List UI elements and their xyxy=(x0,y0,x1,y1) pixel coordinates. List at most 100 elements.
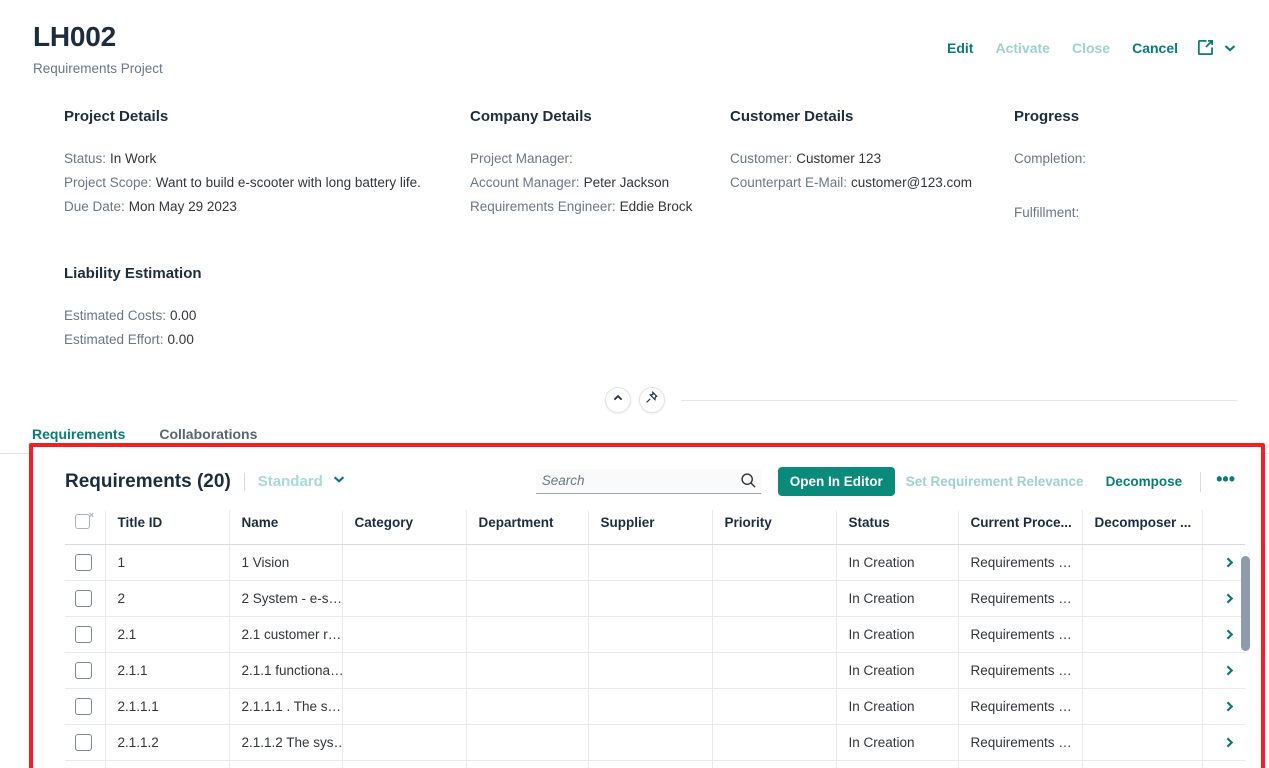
cell-name: 1 Vision xyxy=(229,544,343,581)
row-navigation-cell[interactable] xyxy=(1202,724,1245,761)
table-vertical-scrollbar[interactable] xyxy=(1241,556,1250,761)
app-top-icon xyxy=(1198,0,1214,8)
facet-title: Company Details xyxy=(470,108,592,125)
table-row[interactable]: 2.1 2.1 customer r… In Creation Requirement… xyxy=(65,616,1245,653)
cell-status: In Creation xyxy=(836,544,959,581)
decompose-button[interactable]: Decompose xyxy=(1095,467,1194,496)
pin-header-button[interactable] xyxy=(638,387,665,413)
cell-priority xyxy=(712,724,837,761)
cell-supplier xyxy=(588,580,713,617)
row-select-cell[interactable] xyxy=(65,688,106,725)
cell-department xyxy=(466,580,589,617)
overflow-menu-button[interactable]: ••• xyxy=(1208,470,1243,492)
requirements-card: Requirements (20) Standard Open In Edito… xyxy=(33,447,1261,768)
row-navigation-cell[interactable] xyxy=(1202,760,1245,768)
cell-current-process: Requirements … xyxy=(958,580,1083,617)
row-checkbox[interactable] xyxy=(75,590,92,607)
variant-selector[interactable]: Standard xyxy=(258,472,346,491)
open-in-editor-button[interactable]: Open In Editor xyxy=(777,467,895,496)
cell-department xyxy=(466,652,589,689)
cell-decomposer xyxy=(1082,760,1203,768)
table-row[interactable]: 2.1.1.32.1.1.3 The sys… In CreationRequir… xyxy=(65,760,1245,768)
column-header-department[interactable]: Department xyxy=(466,510,589,545)
set-requirement-relevance-button: Set Requirement Relevance xyxy=(895,467,1095,496)
requirements-title: Requirements (20) xyxy=(65,470,231,492)
edit-button[interactable]: Edit xyxy=(947,40,973,56)
requirements-toolbar: Requirements (20) Standard Open In Edito… xyxy=(33,447,1261,510)
select-all-header[interactable]: × xyxy=(65,510,106,545)
share-icon[interactable] xyxy=(1196,38,1215,57)
table-row[interactable]: 22 System - e-s… In Creation Requirements … xyxy=(65,580,1245,617)
cancel-button[interactable]: Cancel xyxy=(1132,40,1178,56)
row-select-cell[interactable] xyxy=(65,724,106,761)
column-header-name[interactable]: Name xyxy=(229,510,343,545)
row-checkbox[interactable] xyxy=(75,734,92,751)
search-input[interactable] xyxy=(535,469,761,493)
table-row[interactable]: 2.1.1.1 2.1.1.1 . The s… In Creation Requir… xyxy=(65,688,1245,725)
table-row[interactable]: 2.1.1.2 2.1.1.2 The sys… In Creation Requir… xyxy=(65,724,1245,761)
facet-company-details: Company Details Project Manager: Account… xyxy=(470,108,730,225)
cell-department xyxy=(466,724,589,761)
cell-supplier xyxy=(588,652,713,689)
cell-current-process: Requirements … xyxy=(958,616,1083,653)
chevron-up-icon xyxy=(612,391,624,409)
row-checkbox[interactable] xyxy=(75,554,92,571)
row-navigation-cell[interactable] xyxy=(1202,652,1245,689)
field-status: Status: In Work xyxy=(64,147,470,171)
row-navigation-cell[interactable] xyxy=(1202,544,1245,581)
facet-title: Liability Estimation xyxy=(64,265,202,282)
field-value: 0.00 xyxy=(170,308,197,323)
toolbar-divider xyxy=(243,472,245,491)
search-icon[interactable] xyxy=(740,472,757,494)
cell-status: In Creation xyxy=(836,688,959,725)
pin-icon xyxy=(645,390,658,409)
cell-status: In Creation xyxy=(836,580,959,617)
cell-priority xyxy=(712,616,837,653)
row-select-cell[interactable] xyxy=(65,544,106,581)
column-header-title-id[interactable]: Title ID xyxy=(105,510,230,545)
search-field[interactable] xyxy=(535,469,761,494)
row-select-cell[interactable] xyxy=(65,652,106,689)
cell-department xyxy=(466,688,589,725)
page-title: LH002 xyxy=(33,21,117,52)
row-checkbox[interactable] xyxy=(75,698,92,715)
row-select-cell[interactable] xyxy=(65,616,106,653)
table-row[interactable]: 11 Vision In Creation Requirements … xyxy=(65,544,1245,581)
scrollbar-thumb[interactable] xyxy=(1241,556,1250,651)
row-checkbox[interactable] xyxy=(75,662,92,679)
facet-customer-details: Customer Details Customer: Customer 123 C… xyxy=(730,108,1014,225)
row-select-cell[interactable] xyxy=(65,580,106,617)
field-value: 0.00 xyxy=(167,332,194,347)
header-actions: Edit Activate Close Cancel xyxy=(947,20,1237,57)
facet-progress: Progress Completion: Fulfillment: xyxy=(1014,108,1205,225)
column-header-decomposer[interactable]: Decomposer ... xyxy=(1082,510,1203,545)
row-checkbox[interactable] xyxy=(75,626,92,643)
column-header-supplier[interactable]: Supplier xyxy=(588,510,713,545)
deselect-all-checkbox-icon[interactable]: × xyxy=(75,510,94,529)
collapse-header-button[interactable] xyxy=(604,387,631,413)
row-navigation-cell[interactable] xyxy=(1202,616,1245,653)
row-navigation-cell[interactable] xyxy=(1202,580,1245,617)
facet-title: Project Details xyxy=(64,108,169,125)
cell-decomposer xyxy=(1082,688,1203,725)
column-header-category[interactable]: Category xyxy=(342,510,467,545)
cell-category xyxy=(342,652,467,689)
column-header-current-process[interactable]: Current Proce... xyxy=(958,510,1083,545)
close-button: Close xyxy=(1071,39,1111,56)
field-value: In Work xyxy=(110,151,157,166)
header-facets: Project Details Status: In Work Project S… xyxy=(32,78,1237,225)
row-navigation-cell[interactable] xyxy=(1202,688,1245,725)
row-select-cell[interactable] xyxy=(65,760,106,768)
share-menu[interactable] xyxy=(1196,38,1237,57)
cell-priority xyxy=(712,544,837,581)
column-header-priority[interactable]: Priority xyxy=(712,510,837,545)
cell-category xyxy=(342,724,467,761)
chevron-down-icon[interactable] xyxy=(1223,41,1237,55)
field-value: customer@123.com xyxy=(851,175,973,190)
column-header-navigation xyxy=(1202,510,1245,545)
cell-priority xyxy=(712,580,837,617)
facet-title: Customer Details xyxy=(730,108,854,125)
cell-title-id: 2.1.1.1 xyxy=(105,688,230,725)
table-row[interactable]: 2.1.1 2.1.1 functiona… In Creation Requirem… xyxy=(65,652,1245,689)
column-header-status[interactable]: Status xyxy=(836,510,959,545)
